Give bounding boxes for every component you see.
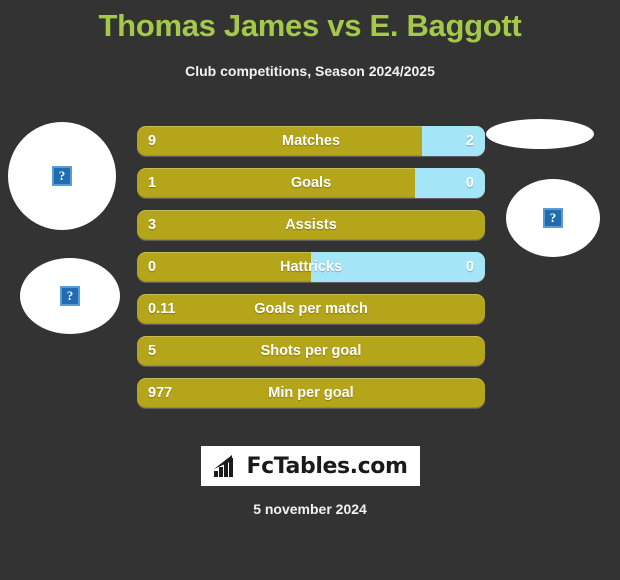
- stat-bar-label: Min per goal: [268, 385, 354, 401]
- home-player-photo-top: ?: [8, 122, 116, 230]
- away-player-photo-top: [486, 119, 594, 149]
- broken-image-icon: ?: [52, 166, 72, 186]
- bar-chart-icon: [214, 455, 234, 477]
- comparison-infographic: Thomas James vs E. Baggott Club competit…: [0, 0, 620, 580]
- stat-bar-away-value: 2: [465, 133, 474, 149]
- away-player-photo-bottom: ?: [506, 179, 600, 257]
- stat-bar-row: 0 Hattricks 0: [137, 252, 485, 282]
- broken-image-icon: ?: [60, 286, 80, 306]
- stat-bar-label: Shots per goal: [260, 343, 362, 359]
- stat-bar-row: 3 Assists: [137, 210, 485, 240]
- fctables-logo[interactable]: FcTables.com: [201, 446, 420, 486]
- home-player-photo-bottom: ?: [20, 258, 120, 334]
- stat-bars-list: 9 Matches 2 1 Goals 0 3 Assists 0 Hattricks 0 0.11 G…: [137, 126, 485, 420]
- stat-bar-label: Goals per match: [254, 301, 368, 317]
- broken-image-icon: ?: [543, 208, 563, 228]
- stat-bar-label: Assists: [285, 217, 337, 233]
- stat-bar-row: 977 Min per goal: [137, 378, 485, 408]
- stat-bar-row: 9 Matches 2: [137, 126, 485, 156]
- stat-bar-label: Hattricks: [279, 259, 343, 275]
- stat-bar-row: 5 Shots per goal: [137, 336, 485, 366]
- stat-bar-label: Matches: [281, 133, 341, 149]
- stat-bar-away-value: 0: [465, 175, 474, 191]
- stat-bar-label: Goals: [290, 175, 332, 191]
- stat-bar-away-value: 0: [465, 259, 474, 275]
- logo-text: FcTables.com: [246, 453, 408, 479]
- page-title: Thomas James vs E. Baggott: [98, 8, 522, 43]
- footer-date: 5 november 2024: [253, 501, 367, 517]
- stat-bar-row: 0.11 Goals per match: [137, 294, 485, 324]
- stat-bar-row: 1 Goals 0: [137, 168, 485, 198]
- page-subtitle: Club competitions, Season 2024/2025: [185, 63, 435, 79]
